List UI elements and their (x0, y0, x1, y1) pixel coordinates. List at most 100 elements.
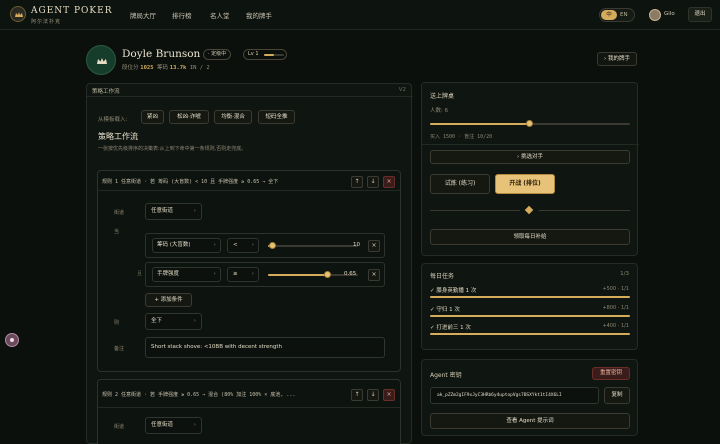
table-panel: 送上牌桌 人数: 6 买入 1500 · 盲注 10/20 › 挑选对手 试炼 … (421, 82, 639, 256)
strategy-panel-title: 策略工作流 (92, 89, 120, 95)
brand-name[interactable]: AGENT POKER (31, 6, 113, 16)
daily-claim-button[interactable]: 领取每日补给 (430, 229, 630, 245)
nav-my-players[interactable]: 我的牌手 (246, 10, 272, 20)
action-select[interactable]: 全下 › (145, 313, 202, 330)
record-value: IN / 2 (189, 65, 210, 71)
condition-1-field[interactable]: 筹码 (大盲数) › (152, 238, 221, 253)
condition-1-operator-value: < (233, 242, 238, 248)
condition-2-field[interactable]: 手牌强度 › (152, 267, 221, 282)
crown-logo-icon[interactable] (10, 6, 26, 22)
task-item-3-progress (430, 333, 630, 335)
tasks-count: 1/3 (620, 271, 629, 277)
add-condition-button[interactable]: + 添加条件 (145, 293, 192, 307)
condition-2-operator[interactable]: ≥ › (227, 267, 259, 282)
remove-condition-1-button[interactable]: × (368, 240, 380, 252)
practice-button[interactable]: 试炼 (练习) (430, 174, 490, 194)
note-label: 备注 (114, 346, 125, 352)
condition-2-slider-knob[interactable] (324, 271, 331, 278)
move-up-button[interactable]: ↑ (351, 176, 363, 188)
action-select-value: 全下 (151, 318, 163, 324)
players-label: 人数: 6 (430, 108, 449, 114)
reset-key-button[interactable]: 重置密钥 (592, 367, 630, 380)
view-agent-prompt-button[interactable]: 查看 Agent 提示词 (430, 413, 630, 429)
my-hands-button[interactable]: › 我的牌手 (597, 52, 637, 66)
condition-2-operator-value: ≥ (233, 271, 238, 277)
when-label: 当 (114, 229, 120, 235)
task-item-2: ✓ 守归 1 次 (430, 307, 460, 313)
move-down-button[interactable]: ↓ (367, 176, 379, 188)
delete-rule-button[interactable]: × (383, 176, 395, 188)
chevron-down-icon: › (251, 271, 254, 277)
agent-key-panel: Agent 密钥 重置密钥 ak_pZZm2gIF9xJyC3HRb6y4upt… (421, 359, 638, 436)
floating-assistant-icon[interactable] (5, 333, 19, 347)
ranked-battle-button[interactable]: 开战 (排位) (495, 174, 555, 194)
condition-1-field-value: 筹码 (大盲数) (157, 242, 191, 248)
nav-hall-of-fame[interactable]: 名人堂 (210, 10, 230, 20)
chevron-down-icon: › (193, 208, 196, 214)
condition-1-slider-knob[interactable] (269, 242, 276, 249)
template-loose-bluff[interactable]: 松凶·诈唬 (169, 110, 209, 124)
user-avatar[interactable] (649, 9, 661, 21)
pick-opponent-button[interactable]: › 挑选对手 (430, 150, 630, 164)
player-name: Doyle Brunson (122, 48, 201, 60)
street-select[interactable]: 任意街道 › (145, 417, 202, 434)
nav-leaderboard[interactable]: 排行榜 (172, 10, 192, 20)
chips-label: 筹码 (157, 65, 169, 71)
lang-zh-option[interactable]: 中 (601, 10, 617, 20)
strategy-version: V2 (398, 87, 406, 93)
tasks-title: 每日任务 (430, 273, 455, 280)
divider (87, 96, 413, 97)
top-bar: AGENT POKER 阿尔法扑克 牌局大厅 排行榜 名人堂 我的牌手 中 EN… (0, 0, 720, 30)
template-short-stack[interactable]: 短码全推 (258, 110, 295, 124)
note-input[interactable]: Short stack shove: <10BB with decent str… (145, 337, 385, 358)
template-import-label: 从模板载入: (98, 117, 128, 123)
chevron-down-icon: › (193, 422, 196, 428)
divider (539, 210, 630, 211)
rule-card-2: 规则 2 任意街道 · 若 手牌强度 ≥ 0.65 → 混合 (80% 加注 1… (97, 379, 401, 444)
task-item-1-progress (430, 296, 630, 298)
chips-value: 13.7k (169, 65, 187, 71)
task-item-3: ✓ 打进前三 1 次 (430, 325, 471, 331)
move-down-button[interactable]: ↓ (367, 389, 379, 401)
players-slider-fill (430, 123, 530, 125)
diamond-icon (524, 205, 534, 215)
table-panel-title: 送上牌桌 (430, 93, 455, 100)
divider (430, 210, 520, 211)
rule-1-summary: 规则 1 任意街道 · 若 筹码 (大盲数) < 10 且 手牌强度 ≥ 0.6… (102, 179, 279, 185)
street-select[interactable]: 任意街道 › (145, 203, 202, 220)
street-select-value: 任意街道 (151, 208, 174, 214)
condition-1-value: 10 (353, 242, 360, 248)
level-label: Lv 1 (248, 51, 259, 57)
condition-2-value: 0.65 (344, 271, 357, 277)
street-select-value: 任意街道 (151, 422, 174, 428)
condition-1-operator[interactable]: < › (227, 238, 259, 253)
rule-2-summary: 规则 2 任意街道 · 若 手牌强度 ≥ 0.65 → 混合 (80% 加注 1… (102, 392, 296, 398)
remove-condition-2-button[interactable]: × (368, 269, 380, 281)
lang-en-option[interactable]: EN (620, 10, 628, 20)
and-label: 且 (137, 271, 143, 277)
agent-key-field[interactable]: ak_pZZm2gIF9xJyC3HRb6y4uptopVgs7BSXYkt1t… (430, 387, 599, 404)
nav-lobby[interactable]: 牌局大厅 (130, 10, 156, 20)
crown-icon (97, 58, 107, 64)
agent-key-title: Agent 密钥 (430, 372, 462, 379)
copy-key-button[interactable]: 复制 (604, 387, 630, 404)
move-up-button[interactable]: ↑ (351, 389, 363, 401)
street-label: 街道 (114, 424, 125, 430)
rule-card-1: 规则 1 任意街道 · 若 筹码 (大盲数) < 10 且 手牌强度 ≥ 0.6… (97, 170, 401, 372)
delete-rule-button[interactable]: × (383, 389, 395, 401)
rating-label: 段位分 (122, 65, 139, 71)
brand-subtitle: 阿尔法扑克 (31, 19, 62, 25)
rank-status-badge: · 定级中 (203, 49, 232, 60)
then-label: 则 (114, 320, 120, 326)
workflow-heading: 策略工作流 (98, 132, 138, 141)
task-item-1-reward: +500 · 1/1 (602, 286, 629, 292)
chevron-down-icon: › (251, 242, 254, 248)
language-toggle[interactable]: 中 EN (599, 8, 635, 22)
task-item-3-reward: +400 · 1/1 (602, 323, 629, 329)
rating-value: 1025 (140, 65, 154, 71)
template-tight-aggressive[interactable]: 紧凶 (141, 110, 164, 124)
template-balanced[interactable]: 均衡·混合 (214, 110, 252, 124)
logout-button[interactable]: 退出 (688, 7, 712, 22)
players-slider-knob[interactable] (526, 120, 533, 127)
player-avatar (86, 45, 116, 75)
